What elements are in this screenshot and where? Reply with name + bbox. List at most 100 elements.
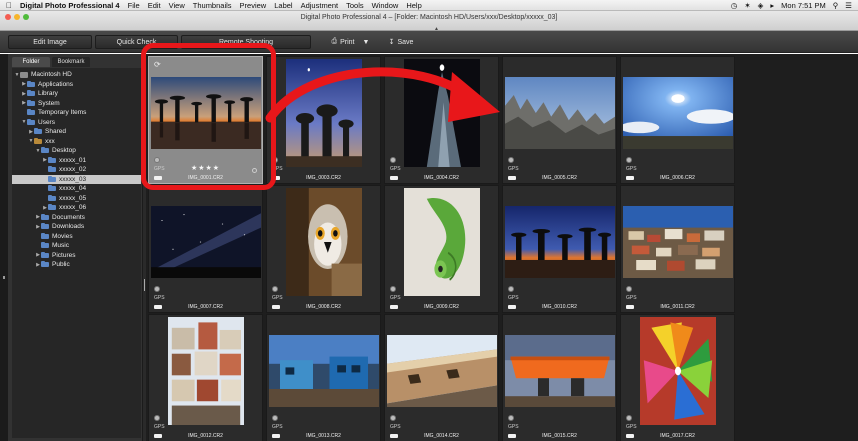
- gps-globe-icon: [508, 286, 514, 292]
- menu-adjustment[interactable]: Adjustment: [301, 1, 339, 10]
- spotlight-icon[interactable]: ⚲: [833, 1, 839, 10]
- menu-view[interactable]: View: [169, 1, 185, 10]
- tree-node-label: Desktop: [52, 147, 76, 155]
- thumbnail-cell[interactable]: GPS IMG_0015.CR2: [502, 314, 617, 441]
- folder-icon: [41, 251, 49, 258]
- status-area: ◷ ✶ ◈ ▸ Mon 7:51 PM ⚲ ☰: [731, 1, 858, 10]
- edit-image-button[interactable]: Edit Image: [8, 35, 92, 49]
- tree-node-label: Shared: [45, 128, 66, 136]
- thumbnail-image[interactable]: [150, 206, 261, 278]
- tree-node[interactable]: ▼ Desktop: [12, 146, 141, 156]
- main-toolbar: Edit Image Quick Check Remote Shooting ⎙…: [0, 31, 858, 53]
- tree-node[interactable]: ▶ xxxxx_06: [12, 203, 141, 213]
- tree-node[interactable]: ▶ xxxxx_01: [12, 156, 141, 166]
- tree-node[interactable]: ▶ Downloads: [12, 222, 141, 232]
- tree-node-label: Pictures: [52, 251, 76, 259]
- wifi-icon[interactable]: ◈: [758, 1, 764, 10]
- menu-preview[interactable]: Preview: [240, 1, 267, 10]
- thumbnail-cell[interactable]: GPS IMG_0013.CR2: [266, 314, 381, 441]
- tree-node[interactable]: ▶ Pictures: [12, 251, 141, 261]
- thumbnail-cell[interactable]: GPS IMG_0011.CR2: [620, 185, 735, 313]
- tree-node[interactable]: xxxxx_05: [12, 194, 141, 204]
- thumbnail-image[interactable]: [622, 77, 733, 149]
- tree-node-label: xxxxx_02: [59, 166, 87, 174]
- folder-icon: [48, 204, 56, 211]
- thumbnail-image[interactable]: [403, 188, 480, 296]
- thumbnail-image[interactable]: [504, 206, 615, 278]
- apple-menu-icon[interactable]: : [6, 1, 12, 10]
- tree-node[interactable]: ▼ xxx: [12, 137, 141, 147]
- thumbnail-cell[interactable]: GPS IMG_0017.CR2: [620, 314, 735, 441]
- tree-node[interactable]: Movies: [12, 232, 141, 242]
- thumbnail-cell[interactable]: GPS IMG_0005.CR2: [502, 56, 617, 184]
- tab-folder[interactable]: Folder: [12, 57, 50, 67]
- thumbnail-filename: IMG_0003.CR2: [306, 175, 341, 181]
- thumbnail-image[interactable]: [386, 335, 497, 407]
- tree-node[interactable]: ▶ Shared: [12, 127, 141, 137]
- gps-label: GPS: [508, 424, 519, 430]
- tree-node-label: xxxxx_05: [59, 194, 87, 202]
- thumbnail-cell[interactable]: GPS IMG_0012.CR2: [148, 314, 263, 441]
- tree-node[interactable]: ▶ System: [12, 99, 141, 109]
- tree-node[interactable]: ▶ Public: [12, 260, 141, 270]
- thumbnail-filename: IMG_0015.CR2: [542, 433, 577, 439]
- print-dropdown-icon[interactable]: ▼: [360, 35, 372, 49]
- tree-node-label: System: [38, 99, 60, 107]
- thumbnail-image[interactable]: [268, 335, 379, 407]
- gps-label: GPS: [272, 424, 283, 430]
- left-panel-edge[interactable]: [0, 54, 8, 441]
- thumbnail-image[interactable]: [504, 77, 615, 149]
- menu-tools[interactable]: Tools: [346, 1, 364, 10]
- tree-node[interactable]: xxxxx_02: [12, 165, 141, 175]
- thumbnail-image[interactable]: [504, 335, 615, 407]
- menu-edit[interactable]: Edit: [148, 1, 161, 10]
- thumbnail-cell[interactable]: GPS IMG_0007.CR2: [148, 185, 263, 313]
- thumbnail-image[interactable]: [285, 188, 362, 296]
- clock[interactable]: Mon 7:51 PM: [781, 1, 826, 10]
- thumbnail-filename: IMG_0013.CR2: [306, 433, 341, 439]
- thumbnail-image[interactable]: [285, 59, 362, 167]
- gps-label: GPS: [390, 295, 401, 301]
- thumbnail-filename: IMG_0005.CR2: [542, 175, 577, 181]
- thumbnail-cell[interactable]: GPS IMG_0014.CR2: [384, 314, 499, 441]
- tree-node[interactable]: ▼ Macintosh HD: [12, 70, 141, 80]
- thumbnail-cell[interactable]: GPS IMG_0008.CR2: [266, 185, 381, 313]
- gps-globe-icon: [272, 415, 278, 421]
- thumbnail-cell[interactable]: GPS IMG_0006.CR2: [620, 56, 735, 184]
- menu-file[interactable]: File: [128, 1, 140, 10]
- tab-bookmark[interactable]: Bookmark: [52, 57, 90, 67]
- volume-icon[interactable]: ▸: [770, 1, 774, 10]
- thumbnail-image[interactable]: [639, 317, 716, 425]
- menu-thumbnails[interactable]: Thumbnails: [193, 1, 232, 10]
- tree-node[interactable]: ▶ Applications: [12, 80, 141, 90]
- folder-icon: [27, 99, 35, 106]
- tree-node[interactable]: xxxxx_04: [12, 184, 141, 194]
- save-button[interactable]: ↧ Save: [384, 35, 418, 49]
- thumbnail-image[interactable]: [167, 317, 244, 425]
- print-button[interactable]: ⎙ Print: [322, 35, 364, 49]
- tree-node[interactable]: Music: [12, 241, 141, 251]
- tree-node[interactable]: ▶ Library: [12, 89, 141, 99]
- thumbnail-cell[interactable]: GPS IMG_0010.CR2: [502, 185, 617, 313]
- gps-globe-icon: [390, 157, 396, 163]
- gps-label: GPS: [626, 295, 637, 301]
- folder-icon: [41, 242, 49, 249]
- thumbnail-cell[interactable]: GPS IMG_0004.CR2: [384, 56, 499, 184]
- thumbnail-cell[interactable]: GPS IMG_0009.CR2: [384, 185, 499, 313]
- tree-node[interactable]: ▶ Documents: [12, 213, 141, 223]
- gps-globe-icon: [626, 157, 632, 163]
- tree-node[interactable]: Temporary Items: [12, 108, 141, 118]
- notification-center-icon[interactable]: ☰: [845, 1, 852, 10]
- app-menu[interactable]: Digital Photo Professional 4: [20, 1, 120, 10]
- thumbnail-cell[interactable]: GPS IMG_0003.CR2: [266, 56, 381, 184]
- time-machine-icon[interactable]: ◷: [731, 1, 738, 10]
- tree-node[interactable]: xxxxx_03: [12, 174, 141, 184]
- tree-node[interactable]: ▼ Users: [12, 118, 141, 128]
- menu-help[interactable]: Help: [406, 1, 421, 10]
- bluetooth-icon[interactable]: ✶: [744, 1, 750, 10]
- menu-window[interactable]: Window: [372, 1, 399, 10]
- thumbnail-image[interactable]: [403, 59, 480, 167]
- tree-node-label: Music: [52, 242, 69, 250]
- menu-label[interactable]: Label: [274, 1, 292, 10]
- thumbnail-image[interactable]: [622, 206, 733, 278]
